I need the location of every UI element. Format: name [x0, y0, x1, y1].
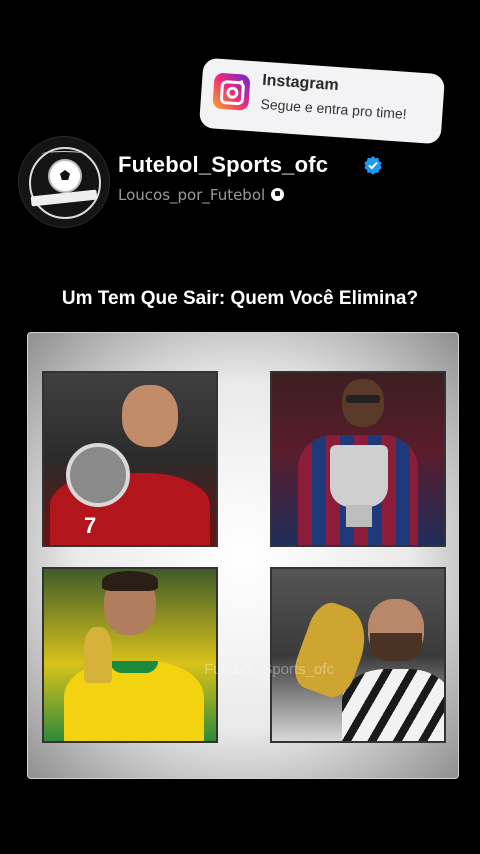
- soccer-ball-icon: [271, 188, 285, 201]
- handle-text: Loucos_por_Futebol: [118, 186, 266, 204]
- instagram-icon: [212, 72, 251, 111]
- profile-name[interactable]: Futebol_Sports_ofc: [118, 152, 328, 178]
- verified-badge-icon: [364, 156, 382, 175]
- player-tile-4[interactable]: [270, 567, 446, 743]
- trophy-image: [330, 445, 388, 507]
- profile-avatar[interactable]: [18, 136, 110, 228]
- watermark: Futebol_Sports_ofc: [203, 661, 335, 678]
- player-grid: 7 Futebol_Sports_ofc: [27, 332, 459, 779]
- trophy-image: [66, 443, 130, 507]
- trophy-image: [84, 627, 112, 683]
- instagram-notification[interactable]: Instagram Segue e entra pro time!: [198, 57, 446, 145]
- player-tile-2[interactable]: [270, 371, 446, 547]
- player-tile-1[interactable]: 7: [42, 371, 218, 547]
- profile-handle: Loucos_por_Futebol: [118, 186, 285, 204]
- notification-title: Instagram: [261, 71, 340, 95]
- player-tile-3[interactable]: [42, 567, 218, 743]
- jersey-number: 7: [84, 513, 97, 538]
- notification-message: Segue e entra pro time!: [260, 95, 408, 122]
- soccer-ball-icon: [48, 159, 82, 193]
- post-question: Um Tem Que Sair: Quem Você Elimina?: [61, 288, 419, 309]
